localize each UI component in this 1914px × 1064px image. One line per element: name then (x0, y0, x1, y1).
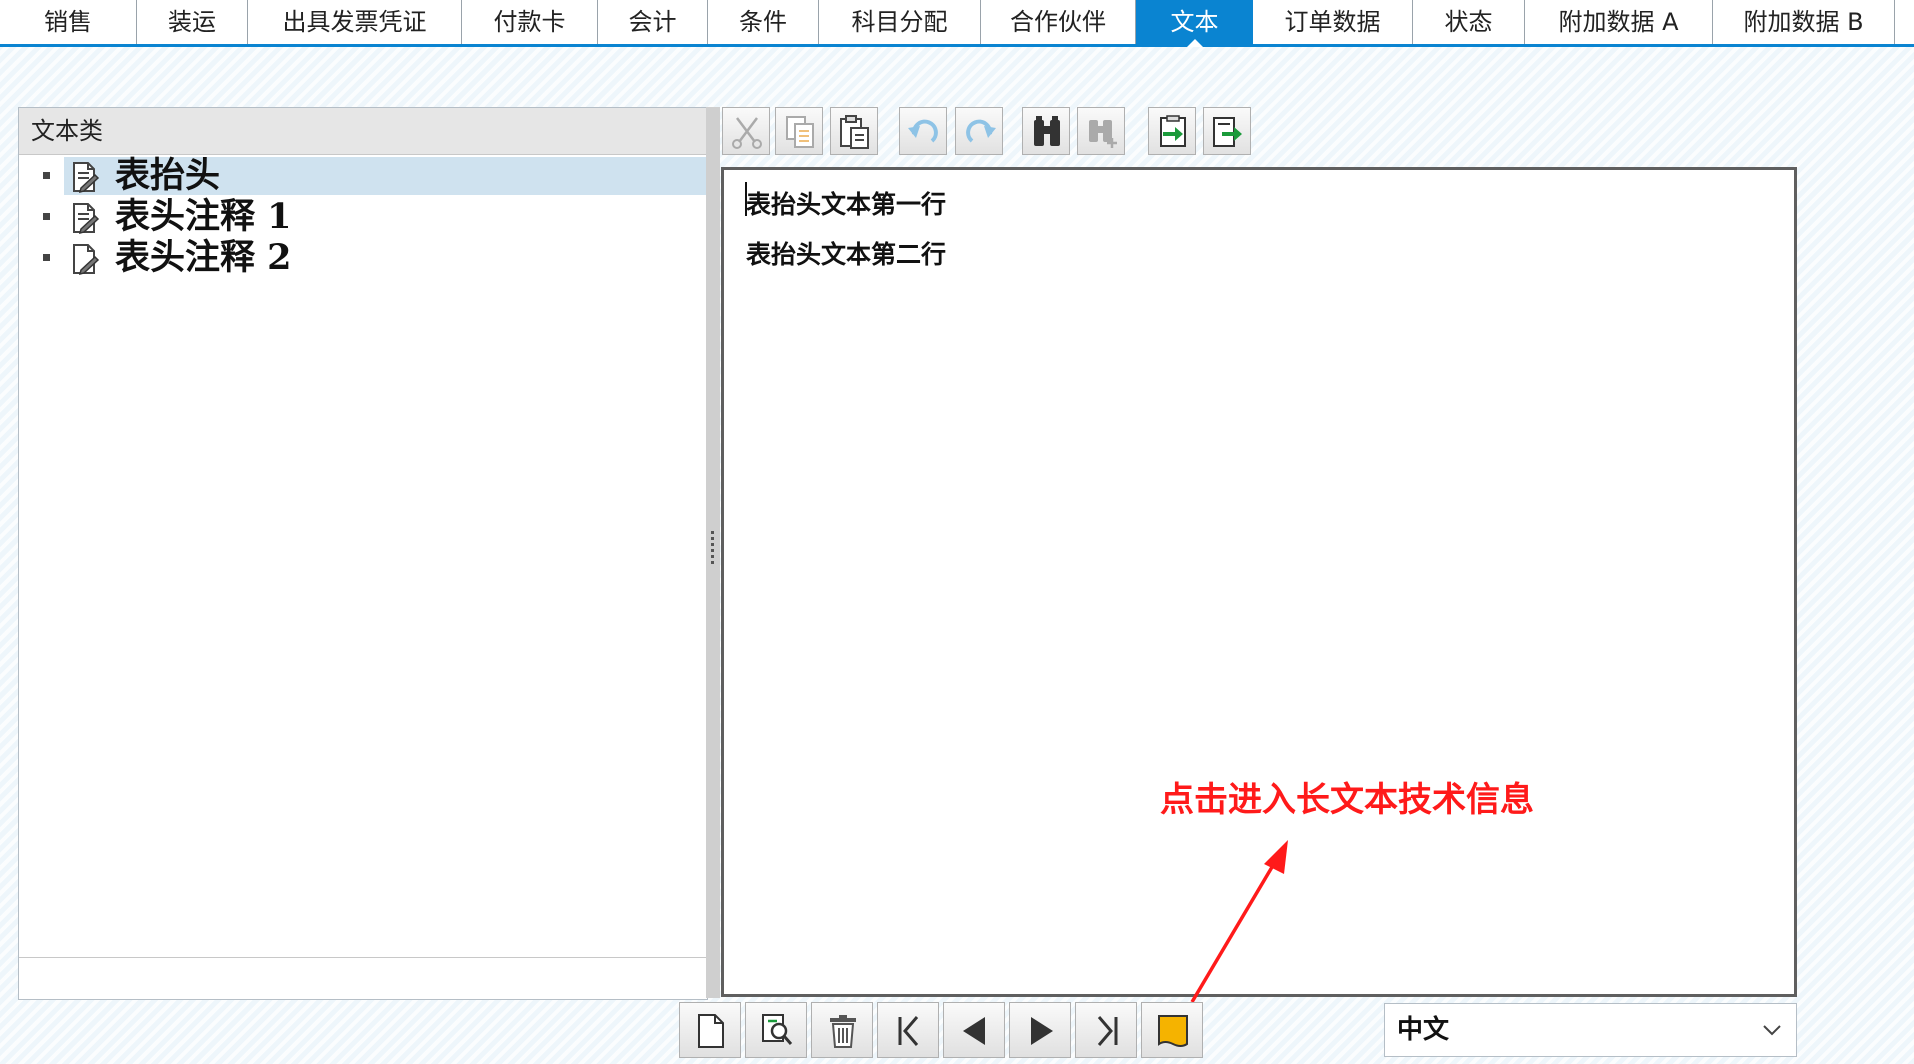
last-button[interactable] (1075, 1002, 1137, 1058)
annotation-text: 点击进入长文本技术信息 (1160, 780, 1534, 820)
tree-item-label: 表头注释 1 (115, 196, 292, 237)
language-value: 中文 (1397, 1015, 1450, 1045)
export-icon (1213, 117, 1242, 147)
cut-icon (732, 117, 762, 149)
tab-account-assignment[interactable]: 科目分配 (819, 0, 981, 44)
tree-item-header-note-2[interactable]: 表头注释 2 (19, 238, 707, 278)
document-edit-icon (73, 162, 100, 193)
last-icon (1097, 1016, 1118, 1046)
tab-conditions[interactable]: 条件 (708, 0, 819, 44)
new-document-icon (698, 1014, 724, 1048)
search-document-icon (762, 1014, 793, 1045)
editor-line-2: 表抬头文本第二行 (746, 240, 947, 269)
annotation-arrow (1190, 840, 1288, 1003)
tree-item-header-note-1[interactable]: 表头注释 1 (19, 197, 707, 237)
tab-shipping[interactable]: 装运 (137, 0, 248, 44)
long-text-icon (1158, 1015, 1188, 1047)
trash-icon (830, 1015, 856, 1048)
undo-icon (908, 119, 938, 143)
language-select[interactable]: 中文 (1384, 1003, 1797, 1057)
tab-status[interactable]: 状态 (1413, 0, 1525, 44)
next-button[interactable] (1009, 1002, 1071, 1058)
chevron-down-icon (1763, 1025, 1781, 1036)
tab-texts[interactable]: 文本 (1136, 0, 1253, 47)
next-icon (1031, 1017, 1053, 1045)
binoculars-icon (1034, 116, 1060, 146)
document-edit-icon (73, 244, 100, 275)
tree-item-header-text[interactable]: 表抬头 (19, 156, 707, 196)
previous-icon (963, 1017, 985, 1045)
new-text-button[interactable] (679, 1002, 741, 1058)
grip-dot (711, 549, 714, 552)
redo-icon (966, 119, 996, 143)
tab-additional-data-a[interactable]: 附加数据 A (1525, 0, 1713, 44)
import-button[interactable] (1148, 107, 1196, 155)
find-next-button[interactable] (1077, 107, 1125, 155)
paste-button[interactable] (830, 107, 878, 155)
panel-divider (19, 957, 707, 958)
grip-dot (711, 543, 714, 546)
tab-partners[interactable]: 合作伙伴 (981, 0, 1136, 44)
first-button[interactable] (877, 1002, 939, 1058)
grip-dot (711, 561, 714, 564)
document-edit-icon (73, 203, 100, 234)
grip-dot (711, 537, 714, 540)
tab-order-data[interactable]: 订单数据 (1253, 0, 1413, 44)
undo-button[interactable] (899, 107, 947, 155)
find-next-icon (1089, 120, 1117, 148)
tab-payment-card[interactable]: 付款卡 (462, 0, 598, 44)
previous-button[interactable] (943, 1002, 1005, 1058)
long-text-button[interactable] (1141, 1002, 1203, 1058)
text-type-panel: 文本类 表抬头 表头注释 1 表头注释 2 (18, 107, 708, 1000)
tree-item-label: 表抬头 (115, 155, 221, 196)
cut-button[interactable] (722, 107, 770, 155)
bullet (43, 172, 50, 179)
first-icon (898, 1016, 919, 1046)
tab-sales[interactable]: 销售 (0, 0, 137, 44)
tree-item-label: 表头注释 2 (115, 237, 292, 278)
redo-button[interactable] (955, 107, 1003, 155)
tab-bar: 销售 装运 出具发票凭证 付款卡 会计 条件 科目分配 合作伙伴 文本 订单数据… (0, 0, 1914, 47)
panel-splitter[interactable] (706, 107, 720, 998)
delete-text-button[interactable] (811, 1002, 873, 1058)
editor-line-1: 表抬头文本第一行 (746, 190, 947, 219)
search-text-button[interactable] (745, 1002, 807, 1058)
copy-button[interactable] (775, 107, 823, 155)
copy-icon (786, 116, 814, 148)
grip-dot (711, 531, 714, 534)
tab-accounting[interactable]: 会计 (598, 0, 708, 44)
paste-icon (840, 115, 869, 149)
grip-dot (711, 555, 714, 558)
tab-additional-data-b[interactable]: 附加数据 B (1713, 0, 1895, 44)
bullet (43, 213, 50, 220)
import-icon (1160, 115, 1186, 147)
find-button[interactable] (1022, 107, 1070, 155)
tab-billing-document[interactable]: 出具发票凭证 (248, 0, 462, 44)
text-type-header: 文本类 (19, 108, 707, 155)
bullet (43, 254, 50, 261)
export-button[interactable] (1203, 107, 1251, 155)
